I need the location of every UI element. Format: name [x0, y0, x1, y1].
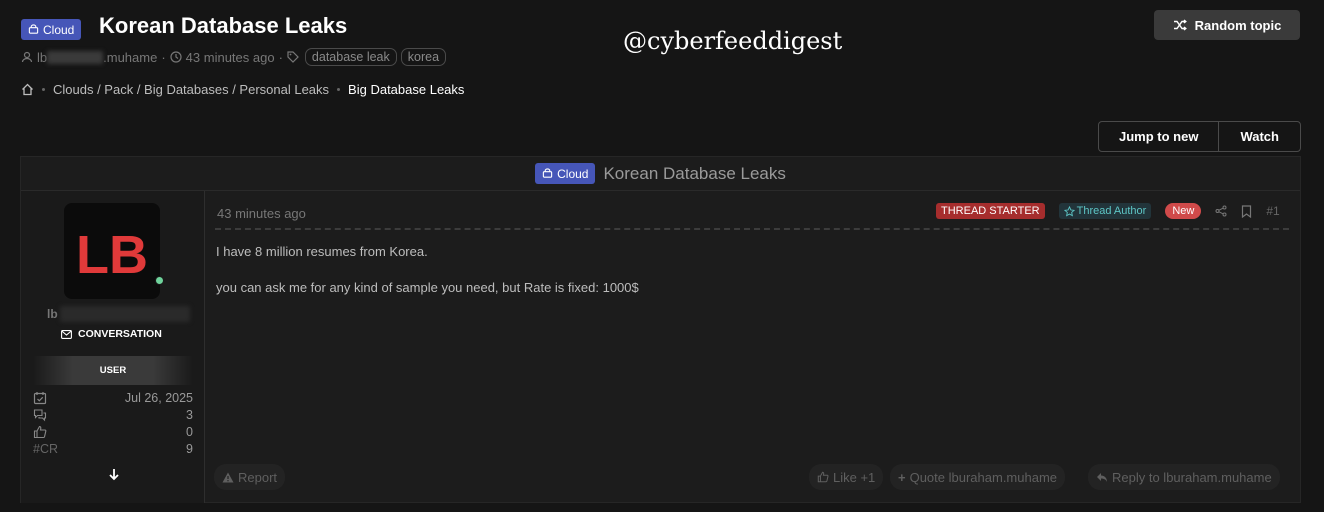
- like-label: Like +1: [833, 469, 876, 485]
- post-divider: [215, 228, 1289, 230]
- expand-arrow-icon[interactable]: [107, 467, 121, 481]
- breadcrumb-path[interactable]: Clouds / Pack / Big Databases / Personal…: [53, 82, 329, 97]
- stat-joined: Jul 26, 2025: [33, 389, 193, 406]
- avatar[interactable]: LB: [64, 203, 160, 299]
- user-sidebar: LB lb CONVERSATION USER Jul 26, 2025 3 0…: [21, 191, 205, 503]
- plus-icon: +: [898, 469, 906, 485]
- breadcrumb-current[interactable]: Big Database Leaks: [348, 82, 464, 97]
- thread-author-label: Thread Author: [1058, 203, 1152, 219]
- redacted-username: [59, 306, 190, 322]
- new-label: New: [1165, 203, 1202, 219]
- quote-label: Quote lburaham.muhame: [909, 469, 1058, 485]
- tag-database-leak[interactable]: database leak: [304, 48, 397, 66]
- cloud-lock-icon: [28, 24, 39, 34]
- thread-panel-header: Cloud Korean Database Leaks: [21, 157, 1300, 191]
- cr-label: #CR: [33, 441, 59, 456]
- thread-prefix-badge[interactable]: Cloud: [535, 163, 596, 184]
- author-link[interactable]: lb .muhame: [37, 50, 157, 65]
- tag-korea[interactable]: korea: [400, 48, 447, 66]
- author-suffix: .muhame: [103, 49, 158, 65]
- online-status-dot: [155, 276, 164, 285]
- messages-icon: [33, 408, 47, 421]
- watermark: @cyberfeeddigest: [623, 27, 843, 55]
- thread-prefix-label: Cloud: [557, 166, 589, 181]
- report-label: Report: [238, 469, 278, 485]
- thread-author-text: Thread Author: [1076, 205, 1147, 217]
- share-icon[interactable]: [1215, 205, 1227, 217]
- post-line-2: you can ask me for any kind of sample yo…: [216, 280, 639, 295]
- username-visible: lb: [47, 307, 58, 321]
- clock-icon: [170, 51, 182, 63]
- quote-button[interactable]: + Quote lburaham.muhame: [890, 464, 1066, 490]
- stat-messages: 3: [33, 406, 193, 423]
- post-time[interactable]: 43 minutes ago: [217, 206, 306, 221]
- breadcrumb: Clouds / Pack / Big Databases / Personal…: [21, 82, 464, 97]
- username[interactable]: lb: [47, 306, 190, 322]
- thread-time[interactable]: 43 minutes ago: [186, 50, 275, 65]
- thread-actions: Jump to new Watch: [1098, 121, 1301, 152]
- report-button[interactable]: Report: [214, 464, 286, 490]
- thread-panel: Cloud Korean Database Leaks LB lb CONVER…: [20, 156, 1301, 503]
- redacted-name: [47, 50, 104, 64]
- user-role-banner: USER: [33, 356, 193, 385]
- watch-button[interactable]: Watch: [1218, 122, 1300, 151]
- shuffle-icon: [1173, 19, 1187, 31]
- reply-label: Reply to lburaham.muhame: [1112, 469, 1272, 485]
- joined-date: Jul 26, 2025: [124, 390, 193, 405]
- star-icon: [1063, 205, 1075, 217]
- author-prefix: lb: [37, 49, 48, 65]
- thumbs-up-icon: [33, 425, 47, 438]
- post-labels: THREAD STARTER Thread Author New #1: [936, 203, 1280, 219]
- user-icon: [21, 51, 33, 63]
- random-topic-label: Random topic: [1194, 17, 1282, 33]
- thread-starter-label: THREAD STARTER: [936, 203, 1045, 219]
- like-button[interactable]: Like +1: [809, 464, 884, 490]
- post-line-1: I have 8 million resumes from Korea.: [216, 244, 428, 259]
- messages-count: 3: [186, 407, 193, 422]
- reply-button[interactable]: Reply to lburaham.muhame: [1088, 464, 1280, 490]
- tags-icon: [287, 51, 299, 63]
- conversation-label: CONVERSATION: [78, 328, 162, 340]
- stat-reactions: 0: [33, 423, 193, 440]
- calendar-check-icon: [33, 391, 47, 404]
- thread-panel-title: Korean Database Leaks: [603, 163, 786, 183]
- page-title: Korean Database Leaks: [99, 13, 348, 38]
- cr-count: 9: [186, 441, 193, 456]
- jump-to-new-button[interactable]: Jump to new: [1099, 122, 1218, 151]
- reply-icon: [1097, 472, 1107, 482]
- bookmark-icon[interactable]: [1241, 204, 1252, 218]
- conversation-button[interactable]: CONVERSATION: [61, 328, 171, 340]
- thumbs-up-icon: [817, 471, 829, 483]
- stat-cr: #CR 9: [33, 440, 193, 457]
- home-icon[interactable]: [21, 83, 34, 96]
- prefix-badge-label: Cloud: [43, 22, 75, 37]
- random-topic-button[interactable]: Random topic: [1154, 10, 1300, 40]
- cloud-lock-icon: [542, 168, 553, 178]
- prefix-badge[interactable]: Cloud: [21, 19, 82, 40]
- lb-logo: LB: [76, 225, 148, 285]
- thread-meta: lb .muhame · 43 minutes ago · database le…: [21, 48, 447, 66]
- envelope-icon: [61, 329, 72, 339]
- reactions-count: 0: [186, 424, 193, 439]
- warning-icon: [222, 472, 234, 482]
- svg-text:LB: LB: [76, 225, 148, 285]
- post-number[interactable]: #1: [1266, 204, 1279, 218]
